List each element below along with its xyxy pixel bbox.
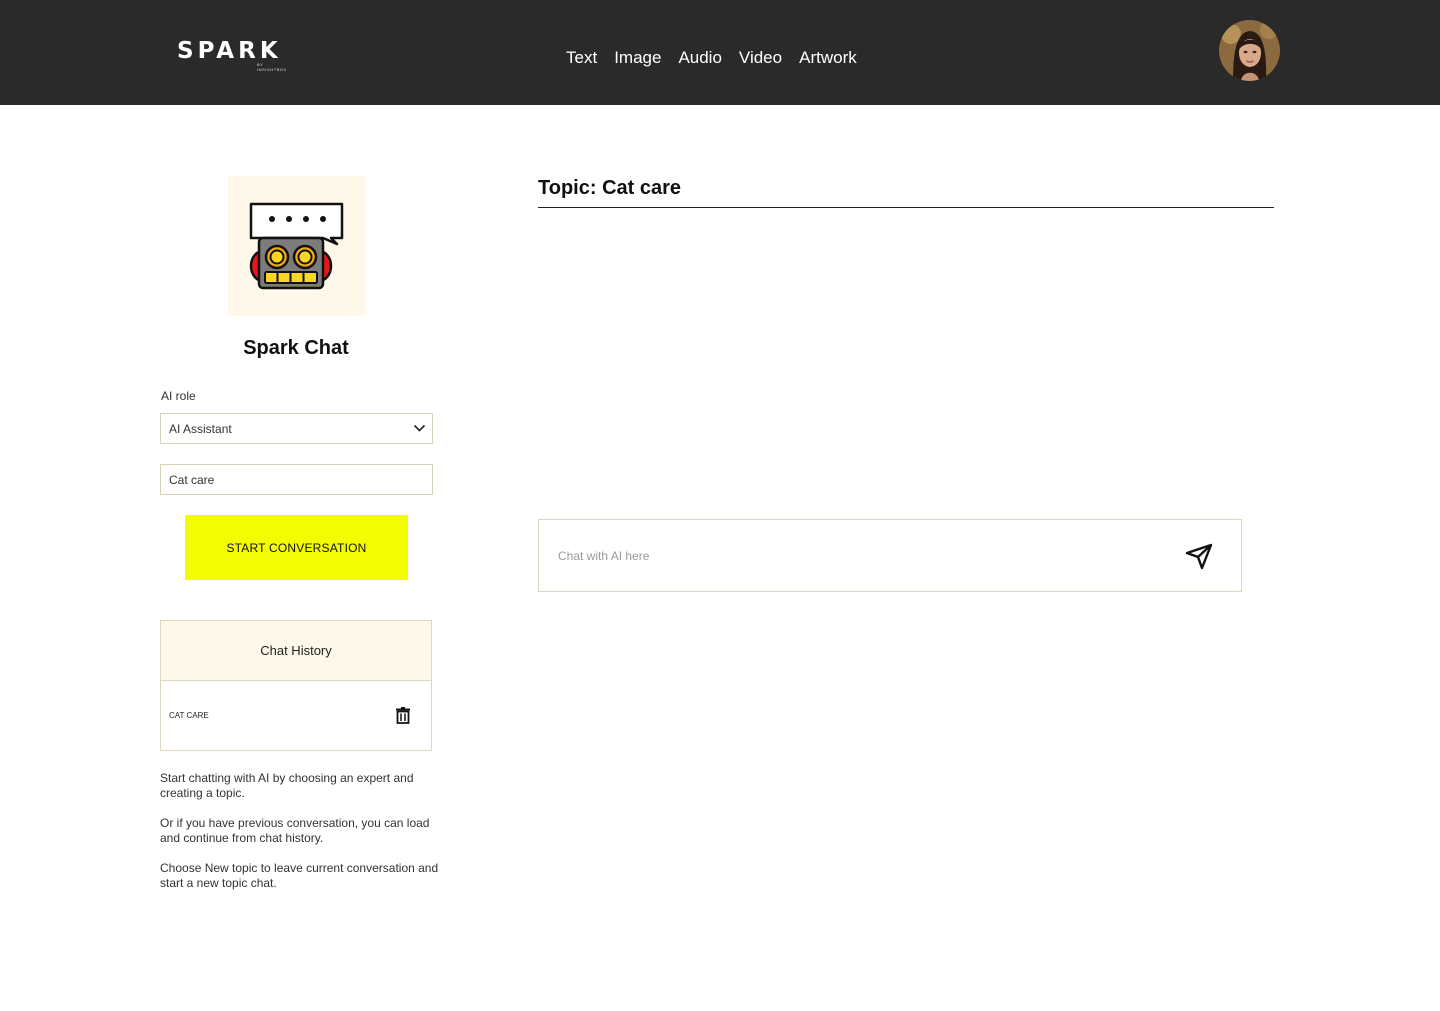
topic-input[interactable]: [160, 464, 433, 495]
nav-link-text[interactable]: Text: [566, 47, 597, 69]
chevron-down-icon: [413, 424, 426, 432]
app-icon-tile: [228, 176, 365, 316]
spark-logo[interactable]: SPARK BY INSIGHTBOX: [177, 37, 289, 72]
chat-compose-box: [538, 519, 1242, 592]
chat-history-item-label: CAT CARE: [169, 711, 209, 720]
help-text: Start chatting with AI by choosing an ex…: [160, 771, 440, 906]
nav-link-artwork[interactable]: Artwork: [799, 47, 857, 69]
ai-role-selected-value: AI Assistant: [169, 422, 232, 436]
nav-link-audio[interactable]: Audio: [678, 47, 721, 69]
send-icon[interactable]: [1184, 542, 1214, 570]
start-conversation-button[interactable]: START CONVERSATION: [185, 515, 408, 580]
topic-divider: [538, 207, 1274, 208]
logo-wordmark: SPARK: [177, 38, 282, 64]
ai-role-label: AI role: [161, 389, 196, 403]
app-title: Spark Chat: [243, 337, 349, 359]
ai-role-select[interactable]: AI Assistant: [160, 413, 433, 444]
top-navigation-bar: SPARK BY INSIGHTBOX Text Image Audio Vid…: [0, 0, 1440, 105]
user-avatar[interactable]: [1219, 20, 1280, 81]
trash-icon[interactable]: [395, 707, 411, 724]
nav-link-video[interactable]: Video: [739, 47, 782, 69]
avatar-portrait-icon: [1219, 20, 1280, 81]
logo-subtext: BY INSIGHTBOX: [257, 62, 287, 72]
main-nav: Text Image Audio Video Artwork: [566, 47, 857, 69]
topic-title: Topic: Cat care: [538, 177, 681, 199]
chat-history-item[interactable]: CAT CARE: [161, 681, 431, 750]
help-paragraph: Or if you have previous conversation, yo…: [160, 816, 430, 845]
chat-history-title: Chat History: [161, 621, 431, 681]
nav-link-image[interactable]: Image: [614, 47, 661, 69]
chat-input[interactable]: [558, 544, 1158, 568]
help-paragraph: Choose New topic to leave current conver…: [160, 861, 439, 890]
chat-history-panel: Chat History CAT CARE: [160, 620, 432, 751]
robot-chat-icon: [249, 202, 344, 290]
help-paragraph: Start chatting with AI by choosing an ex…: [160, 771, 414, 800]
